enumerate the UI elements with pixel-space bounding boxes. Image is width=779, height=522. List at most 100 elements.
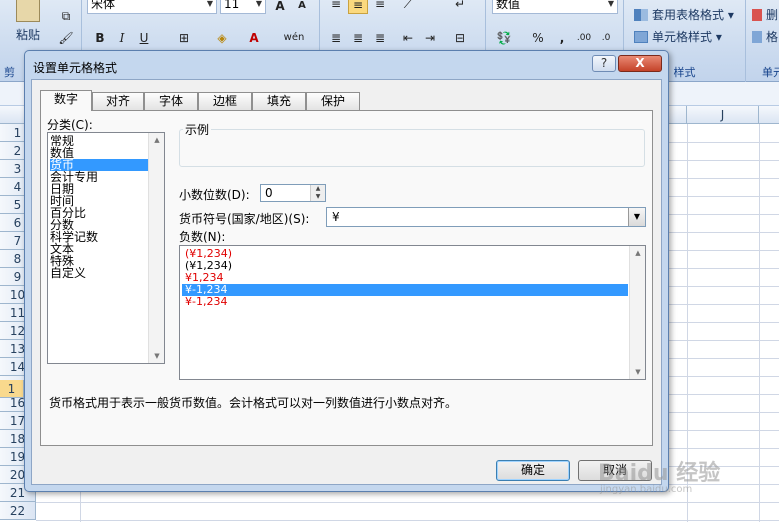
negative-format-item[interactable]: (¥1,234) (182, 248, 628, 260)
paste-label: 粘贴 (15, 28, 40, 42)
align-middle-icon[interactable]: ≡ (348, 0, 368, 14)
paste-button[interactable]: 粘贴 (10, 0, 46, 50)
scroll-up-icon[interactable]: ▲ (630, 246, 646, 260)
decimal-places-value: 0 (265, 186, 273, 200)
close-button[interactable]: X (618, 55, 662, 72)
percent-icon[interactable]: % (528, 28, 548, 48)
number-format-value: 数值 (496, 0, 521, 11)
delete-label: 删 (766, 8, 779, 22)
number-tab-panel: 分类(C): 常规 数值 货币 会计专用 日期 时间 百分比 分数 科学记数 文本 特殊 自定义 ▲ … (40, 110, 653, 446)
category-list[interactable]: 常规 数值 货币 会计专用 日期 时间 百分比 分数 科学记数 文本 特殊 自定义 ▲ ▼ (47, 132, 165, 364)
negative-scrollbar[interactable]: ▲ ▼ (629, 246, 645, 379)
chevron-down-icon: ▼ (255, 0, 262, 8)
scroll-down-icon[interactable]: ▼ (149, 349, 165, 363)
chevron-down-icon: ▼ (206, 0, 213, 8)
format-painter-icon[interactable]: 🖌 (56, 28, 76, 48)
column-header[interactable] (669, 106, 687, 124)
negative-format-item[interactable]: ¥1,234 (182, 272, 628, 284)
tab-protection[interactable]: 保护 (306, 92, 360, 110)
font-color-icon[interactable]: A (244, 28, 264, 48)
font-name-value: 宋体 (91, 0, 116, 11)
table-icon (634, 9, 648, 21)
spinner-buttons: ▲ ▼ (310, 185, 325, 201)
tab-font[interactable]: 字体 (144, 92, 198, 110)
font-size-combo[interactable]: 11 ▼ (220, 0, 266, 14)
watermark-url: jingyan.baidu.com (600, 484, 693, 495)
watermark-logo: Baidu 经验 (598, 461, 721, 486)
negative-format-item[interactable]: ¥-1,234 (182, 296, 628, 308)
column-header-j[interactable]: J (687, 106, 759, 124)
scroll-up-icon[interactable]: ▲ (149, 133, 165, 147)
align-center-icon[interactable]: ≣ (348, 28, 368, 48)
align-top-icon[interactable]: ≡ (326, 0, 346, 14)
decrease-indent-icon[interactable]: ⇤ (398, 28, 418, 48)
format-icon (752, 31, 762, 43)
italic-button[interactable]: I (112, 28, 132, 48)
fill-color-icon[interactable]: ◈ (212, 28, 232, 48)
dialog-title: 设置单元格格式 (33, 61, 118, 75)
cell-style-label: 单元格样式 (652, 30, 713, 44)
currency-symbol-label: 货币符号(国家/地区)(S): (179, 212, 310, 226)
currency-symbol-value: ¥ (332, 210, 340, 224)
cells-group-label: 单元 (762, 66, 779, 79)
decimal-places-spinner[interactable]: 0 ▲ ▼ (260, 184, 326, 202)
wrap-text-icon[interactable]: ↵ (450, 0, 470, 14)
spin-down-icon[interactable]: ▼ (311, 193, 325, 201)
category-item[interactable]: 自定义 (50, 267, 148, 279)
chevron-down-icon: ▼ (607, 0, 614, 8)
ok-button[interactable]: 确定 (496, 460, 570, 481)
category-scrollbar[interactable]: ▲ ▼ (148, 133, 164, 363)
phonetic-icon[interactable]: wén (280, 28, 308, 48)
currency-icon[interactable]: 💱 (494, 28, 514, 48)
align-left-icon[interactable]: ≣ (326, 28, 346, 48)
sample-label: 示例 (183, 121, 212, 138)
currency-symbol-select[interactable]: ¥ ▼ (326, 207, 646, 227)
orientation-icon[interactable]: ⟋ (398, 0, 418, 14)
gridline (36, 520, 779, 521)
gridline (36, 502, 779, 503)
negative-numbers-label: 负数(N): (179, 230, 226, 244)
align-right-icon[interactable]: ≣ (370, 28, 390, 48)
increase-indent-icon[interactable]: ⇥ (420, 28, 440, 48)
dialog-body: 数字 对齐 字体 边框 填充 保护 分类(C): 常规 数值 货币 会计专用 日期 时间百… (31, 79, 662, 485)
gridline (759, 124, 760, 522)
delete-button[interactable]: 删 (752, 6, 778, 23)
row-header-selected[interactable]: 1 (0, 380, 24, 398)
negative-format-item[interactable]: ¥-1,234 (182, 284, 628, 296)
merge-center-icon[interactable]: ⊟ (450, 28, 470, 48)
help-button[interactable]: ? (592, 55, 616, 72)
decimal-places-label: 小数位数(D): (179, 188, 250, 202)
decrease-decimal-icon[interactable]: .0 (596, 28, 616, 48)
copy-icon[interactable]: ⧉ (56, 6, 76, 26)
spin-up-icon[interactable]: ▲ (311, 185, 325, 193)
font-size-value: 11 (224, 0, 240, 11)
font-name-combo[interactable]: 宋体 ▼ (87, 0, 217, 14)
chevron-down-icon[interactable]: ▼ (628, 208, 645, 226)
underline-button[interactable]: U (134, 28, 154, 48)
tab-alignment[interactable]: 对齐 (92, 92, 144, 110)
table-format-button[interactable]: 套用表格格式 ▾ (634, 6, 734, 23)
shrink-font-button[interactable]: A (292, 0, 312, 16)
cell-style-button[interactable]: 单元格样式 ▾ (634, 28, 722, 45)
comma-icon[interactable]: , (552, 28, 572, 48)
increase-decimal-icon[interactable]: .00 (574, 28, 594, 48)
border-icon[interactable]: ⊞ (174, 28, 194, 48)
grow-font-button[interactable]: A (270, 0, 290, 16)
tab-border[interactable]: 边框 (198, 92, 252, 110)
tab-fill[interactable]: 填充 (252, 92, 306, 110)
sample-box (179, 129, 645, 167)
number-format-combo[interactable]: 数值 ▼ (492, 0, 618, 14)
cells-group: 删 格 单元 (746, 0, 779, 82)
align-bottom-icon[interactable]: ≡ (370, 0, 390, 14)
negative-numbers-list[interactable]: (¥1,234) (¥1,234) ¥1,234 ¥-1,234 ¥-1,234 ▲ ▼ (179, 245, 646, 380)
delete-icon (752, 9, 762, 21)
format-label: 格 (766, 30, 779, 44)
bold-button[interactable]: B (90, 28, 110, 48)
format-button[interactable]: 格 (752, 28, 778, 45)
format-description: 货币格式用于表示一般货币数值。会计格式可以对一列数值进行小数点对齐。 (49, 396, 458, 410)
negative-format-item[interactable]: (¥1,234) (182, 260, 628, 272)
tab-number[interactable]: 数字 (40, 90, 92, 111)
row-header[interactable]: 22 (0, 502, 36, 520)
scroll-down-icon[interactable]: ▼ (630, 365, 646, 379)
clipboard-icon (16, 0, 40, 22)
